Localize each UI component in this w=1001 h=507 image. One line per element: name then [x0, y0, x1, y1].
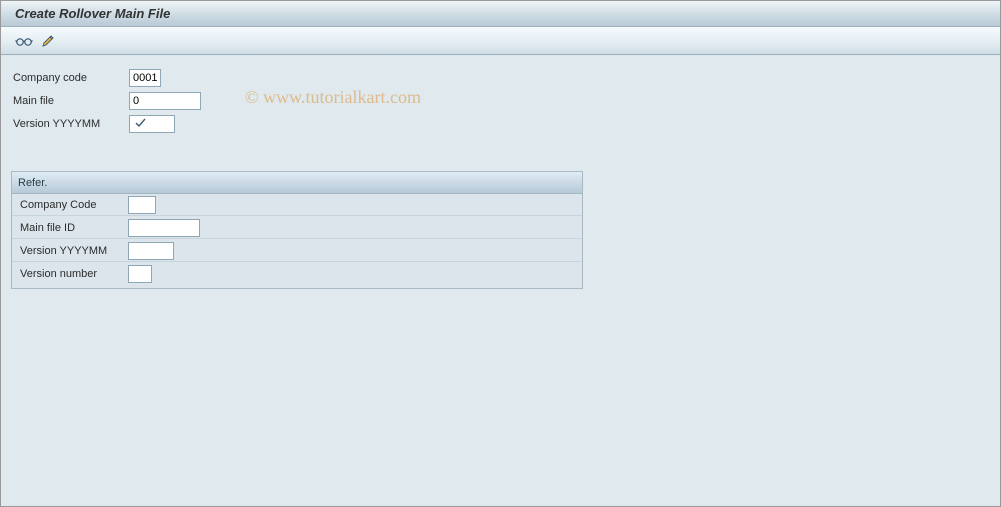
label-refer-main-file-id: Main file ID — [18, 222, 128, 234]
page-title: Create Rollover Main File — [15, 6, 170, 21]
required-check-icon — [135, 118, 146, 129]
pencil-icon[interactable] — [39, 32, 57, 50]
input-main-file[interactable] — [129, 92, 201, 110]
input-refer-version[interactable] — [128, 242, 174, 260]
row-refer-main-file-id: Main file ID — [12, 217, 582, 239]
toolbar — [1, 27, 1000, 55]
group-refer-title: Refer. — [12, 172, 582, 194]
row-refer-version-number: Version number — [12, 263, 582, 285]
label-main-file: Main file — [11, 95, 129, 107]
group-refer-body: Company Code Main file ID Version YYYYMM… — [12, 194, 582, 288]
input-refer-main-file-id[interactable] — [128, 219, 200, 237]
label-company-code: Company code — [11, 72, 129, 84]
input-refer-version-number[interactable] — [128, 265, 152, 283]
row-refer-version: Version YYYYMM — [12, 240, 582, 262]
label-refer-company-code: Company Code — [18, 199, 128, 211]
label-version: Version YYYYMM — [11, 118, 129, 130]
row-version: Version YYYYMM — [11, 113, 990, 135]
input-refer-company-code[interactable] — [128, 196, 156, 214]
row-refer-company-code: Company Code — [12, 194, 582, 216]
input-company-code[interactable] — [129, 69, 161, 87]
row-main-file: Main file — [11, 90, 990, 112]
row-company-code: Company code — [11, 67, 990, 89]
label-refer-version: Version YYYYMM — [18, 245, 128, 257]
content-area: © www.tutorialkart.com Company code Main… — [1, 55, 1000, 506]
window: Create Rollover Main File © www.tutorial… — [0, 0, 1001, 507]
title-bar: Create Rollover Main File — [1, 1, 1000, 27]
label-refer-version-number: Version number — [18, 268, 128, 280]
glasses-icon[interactable] — [15, 32, 33, 50]
group-refer: Refer. Company Code Main file ID Version… — [11, 171, 583, 289]
